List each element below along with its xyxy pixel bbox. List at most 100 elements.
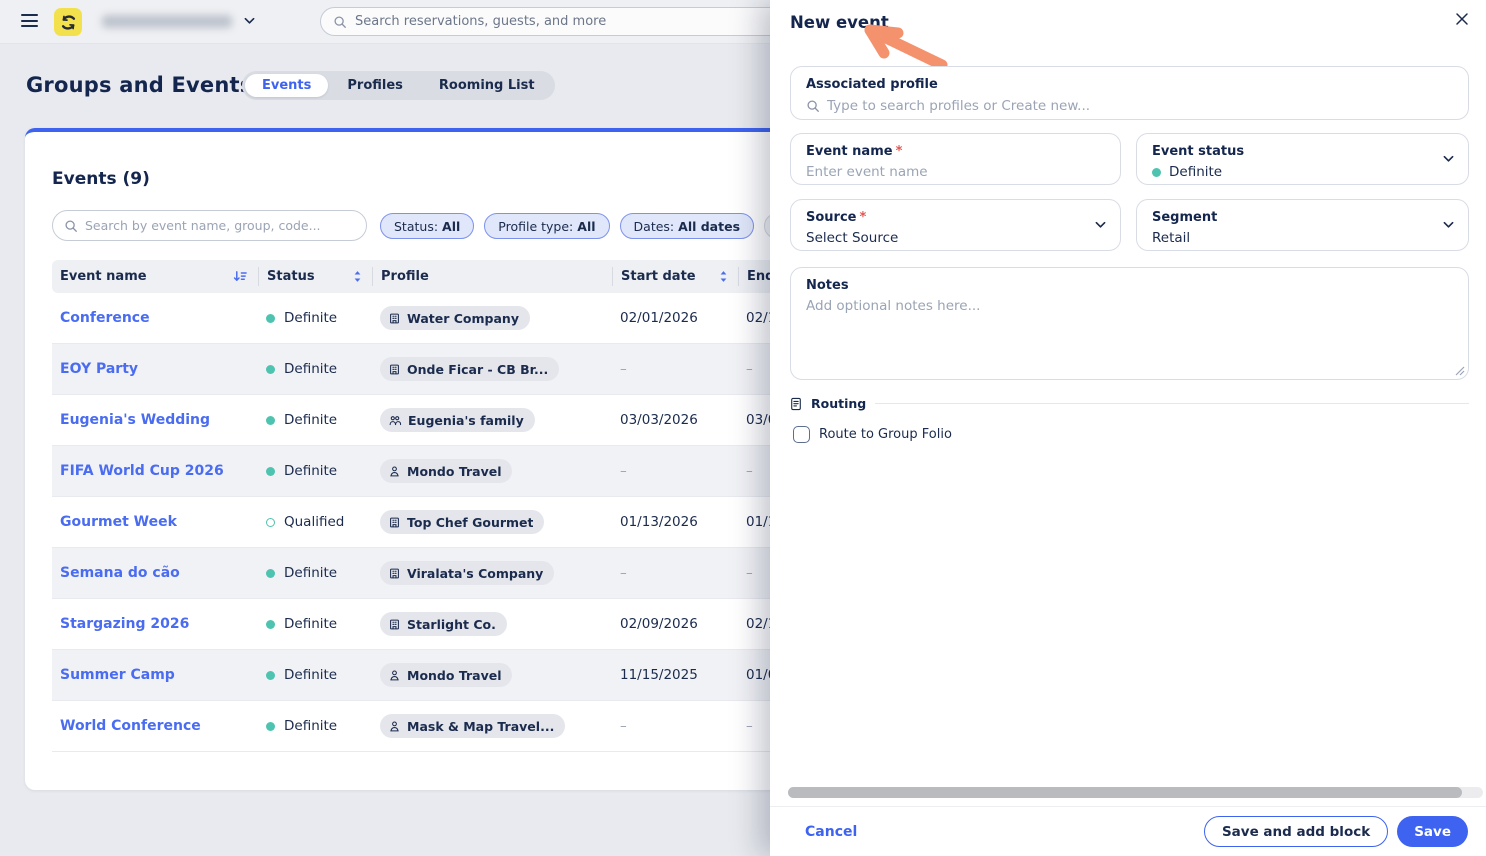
save-and-add-block-button[interactable]: Save and add block [1203,816,1389,847]
required-asterisk: * [859,210,867,225]
hamburger-menu-icon[interactable] [21,14,38,28]
close-icon[interactable] [1454,11,1470,27]
filter-profile-type[interactable]: Profile type: All [484,213,610,239]
company-icon [388,516,401,529]
associated-profile-input[interactable] [827,98,1453,114]
start-date-cell: 02/09/2026 [620,616,698,632]
tab-rooming-list[interactable]: Rooming List [422,74,552,97]
company-icon [388,363,401,376]
profile-chip: Mask & Map Travel... [380,714,566,738]
cancel-button[interactable]: Cancel [805,824,857,840]
event-name-link[interactable]: Gourmet Week [60,514,177,530]
route-to-group-folio-row: Route to Group Folio [793,426,952,443]
start-date-cell: – [620,463,627,479]
search-icon [333,15,347,29]
column-event-name[interactable]: Event name [52,267,258,286]
event-name-link[interactable]: FIFA World Cup 2026 [60,463,224,479]
profile-chip: Eugenia's family [380,408,535,432]
tab-profiles[interactable]: Profiles [330,74,420,97]
annotation-arrow [864,24,948,70]
resize-handle[interactable] [1455,366,1465,376]
route-to-group-folio-checkbox[interactable] [793,426,810,443]
profile-chip-label: Starlight Co. [407,616,496,632]
associated-profile-field[interactable]: Associated profile [790,66,1469,120]
status-dot [266,415,275,425]
horizontal-scrollbar[interactable] [788,787,1483,798]
event-name-link[interactable]: Eugenia's Wedding [60,412,210,428]
chevron-down-icon [1443,155,1454,163]
sort-toggle-icon[interactable] [353,270,362,283]
filter-dates[interactable]: Dates: All dates [619,213,755,239]
event-name-link[interactable]: Summer Camp [60,667,175,683]
profile-chip-label: Onde Ficar - CB Br... [407,361,549,377]
status-label: Definite [284,361,338,377]
status-label: Definite [284,616,338,632]
start-date-cell: 01/13/2026 [620,514,698,530]
start-date-cell: 11/15/2025 [620,667,698,683]
column-start-date[interactable]: Start date [612,267,738,286]
profile-chip: Top Chef Gourmet [380,510,545,534]
status-dot [266,466,275,476]
new-event-drawer: New event Associated profile Event name*… [770,0,1486,856]
status-label: Definite [284,718,338,734]
family-icon [388,414,402,427]
source-select[interactable]: Source * Select Source [790,199,1121,251]
status-dot [266,568,275,578]
profile-chip: Water Company [380,306,530,330]
profile-chip: Viralata's Company [380,561,555,585]
company-icon [388,312,401,325]
notes-field[interactable]: Notes [790,267,1469,380]
page-tabs: Events Profiles Rooming List [242,71,555,100]
save-button[interactable]: Save [1397,816,1468,847]
start-date-cell: 03/03/2026 [620,412,698,428]
status-label: Definite [284,565,338,581]
events-count-heading: Events (9) [52,169,150,189]
event-name-link[interactable]: Stargazing 2026 [60,616,189,632]
sort-toggle-icon[interactable] [719,270,728,283]
status-dot [266,364,275,374]
status-label: Definite [284,667,338,683]
profile-chip: Starlight Co. [380,612,507,636]
routing-section-header: Routing [790,396,1469,411]
profile-chip: Onde Ficar - CB Br... [380,357,560,381]
sort-descending-icon[interactable] [233,270,248,283]
divider [875,403,1469,404]
profile-chip: Mondo Travel [380,663,513,687]
status-dot [1152,167,1161,177]
filter-status[interactable]: Status: All [380,213,475,239]
status-dot [266,670,275,680]
search-icon [64,219,78,233]
profile-chip: Mondo Travel [380,459,513,483]
search-icon [806,99,820,113]
event-name-link[interactable]: World Conference [60,718,201,734]
column-profile[interactable]: Profile [372,267,612,286]
event-name-input[interactable] [806,164,1105,180]
profile-chip-label: Mondo Travel [407,463,502,479]
event-name-link[interactable]: Semana do cão [60,565,180,581]
event-name-link[interactable]: EOY Party [60,361,138,377]
status-dot [266,517,275,527]
app-window: Groups and Events Events Profiles Roomin… [0,0,1486,856]
scrollbar-thumb[interactable] [788,787,1463,798]
event-name-link[interactable]: Conference [60,310,150,326]
notes-textarea[interactable] [806,298,1453,376]
agent-icon [388,465,401,478]
status-label: Definite [284,463,338,479]
events-search-bar[interactable] [52,210,367,241]
status-label: Definite [284,412,338,428]
profile-chip-label: Mask & Map Travel... [407,718,555,734]
routing-document-icon [790,397,802,411]
status-dot [266,313,275,323]
event-name-field[interactable]: Event name * [790,133,1121,185]
app-logo[interactable] [54,8,82,36]
chevron-down-icon [1443,221,1454,229]
chevron-down-icon [1095,221,1106,229]
event-status-select[interactable]: Event status Definite [1136,133,1469,185]
column-status[interactable]: Status [258,267,372,286]
profile-chip-label: Water Company [407,310,519,326]
segment-select[interactable]: Segment Retail [1136,199,1469,251]
property-chevron-down-icon[interactable] [243,15,255,27]
events-search-input[interactable] [85,218,355,233]
tab-events[interactable]: Events [245,74,329,97]
status-label: Definite [284,310,338,326]
